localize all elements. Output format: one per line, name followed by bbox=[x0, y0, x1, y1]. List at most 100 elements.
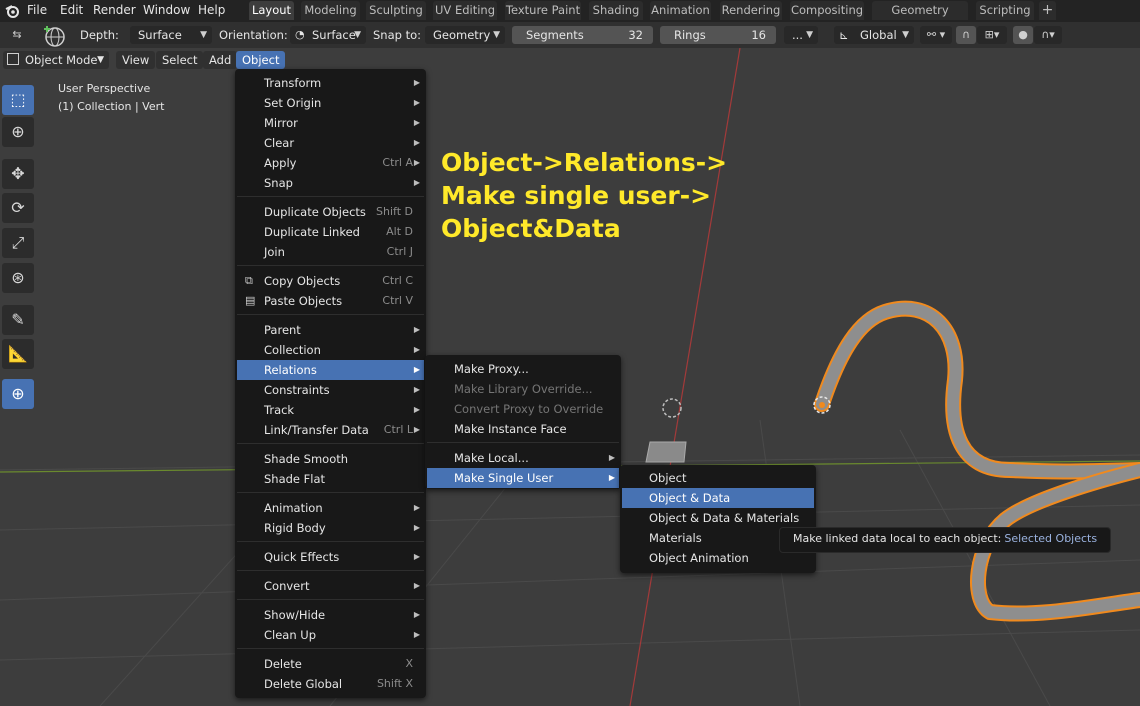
rotate-tool-icon[interactable]: ⟳ bbox=[2, 193, 34, 223]
menu-item-duplicate-objects[interactable]: Duplicate Objects Shift D bbox=[237, 202, 424, 222]
menu-item-quick-effects[interactable]: Quick Effects ▶ bbox=[237, 547, 424, 567]
menu-item-snap[interactable]: Snap ▶ bbox=[237, 173, 424, 193]
menu-item-track[interactable]: Track ▶ bbox=[237, 400, 424, 420]
segments-slider[interactable]: Segments 32 bbox=[512, 26, 653, 44]
menu-item-object[interactable]: Object bbox=[622, 468, 814, 488]
perspective-label: User Perspective bbox=[58, 82, 151, 95]
transform-orientation-dropdown[interactable]: ⊾ Global ▼ bbox=[834, 26, 914, 44]
submenu-arrow-icon: ▶ bbox=[413, 405, 420, 414]
menu-help[interactable]: Help bbox=[198, 0, 225, 22]
tooltip-text: Make linked data local to each object: bbox=[793, 532, 1002, 545]
menu-item-make-local[interactable]: Make Local... ▶ bbox=[427, 448, 619, 468]
tab-texture-paint[interactable]: Texture Paint bbox=[505, 1, 581, 20]
menu-separator bbox=[237, 196, 424, 197]
object-mode-dropdown[interactable]: Object Mode ▼ bbox=[3, 51, 109, 69]
snap-increment-icon[interactable]: ⊞▾ bbox=[977, 26, 1007, 44]
menu-item-clean-up[interactable]: Clean Up ▶ bbox=[237, 625, 424, 645]
menu-add[interactable]: Add bbox=[203, 51, 238, 69]
submenu-arrow-icon: ▶ bbox=[413, 385, 420, 394]
submenu-arrow-icon: ▶ bbox=[413, 178, 420, 187]
tool-cursor-icon[interactable]: ⇆ bbox=[4, 26, 30, 44]
annotation-line-2: Make single user-> bbox=[441, 181, 712, 210]
menu-item-object-and-data[interactable]: Object & Data bbox=[622, 488, 814, 508]
menu-separator bbox=[237, 492, 424, 493]
depth-dropdown[interactable]: Surface ▼ bbox=[130, 26, 212, 44]
menu-item-parent[interactable]: Parent ▶ bbox=[237, 320, 424, 340]
menu-item-constraints[interactable]: Constraints ▶ bbox=[237, 380, 424, 400]
menu-select[interactable]: Select bbox=[156, 51, 204, 69]
select-box-tool-icon[interactable]: ⬚ bbox=[2, 85, 34, 115]
menu-item-copy-objects[interactable]: ⧉ Copy Objects Ctrl C bbox=[237, 271, 424, 291]
menu-item-shade-smooth[interactable]: Shade Smooth bbox=[237, 449, 424, 469]
annotate-tool-icon[interactable]: ✎ bbox=[2, 305, 34, 335]
menu-item-show-hide[interactable]: Show/Hide ▶ bbox=[237, 605, 424, 625]
move-tool-icon[interactable]: ✥ bbox=[2, 159, 34, 189]
tab-layout[interactable]: Layout bbox=[249, 1, 294, 20]
measure-tool-icon[interactable]: 📐 bbox=[2, 339, 34, 369]
menu-object[interactable]: Object bbox=[236, 51, 286, 69]
menu-item-clear[interactable]: Clear ▶ bbox=[237, 133, 424, 153]
blender-logo-icon[interactable] bbox=[4, 0, 20, 22]
menu-item-link-transfer-data[interactable]: Link/Transfer Data Ctrl L ▶ bbox=[237, 420, 424, 440]
chevron-down-icon: ▼ bbox=[902, 30, 909, 40]
menu-edit[interactable]: Edit bbox=[60, 0, 83, 22]
tab-uv-editing[interactable]: UV Editing bbox=[433, 1, 497, 20]
tab-shading[interactable]: Shading bbox=[589, 1, 643, 20]
menu-item-make-single-user[interactable]: Make Single User ▶ bbox=[427, 468, 619, 488]
tab-animation[interactable]: Animation bbox=[650, 1, 711, 20]
menu-item-animation[interactable]: Animation ▶ bbox=[237, 498, 424, 518]
menu-separator bbox=[237, 570, 424, 571]
menu-item-object-data-materials[interactable]: Object & Data & Materials bbox=[622, 508, 814, 528]
tab-scripting[interactable]: Scripting bbox=[976, 1, 1034, 20]
rings-value: 16 bbox=[751, 28, 766, 42]
menu-item-shade-flat[interactable]: Shade Flat bbox=[237, 469, 424, 489]
proportional-editing-icon[interactable]: ● bbox=[1013, 26, 1033, 44]
annotation-line-3: Object&Data bbox=[441, 214, 621, 243]
tab-rendering[interactable]: Rendering bbox=[720, 1, 782, 20]
menu-file[interactable]: File bbox=[27, 0, 47, 22]
selected-vertex-icon bbox=[819, 402, 825, 408]
scale-tool-icon[interactable]: ⤢ bbox=[2, 228, 34, 258]
pivot-point-icon[interactable]: ⚯ ▾ bbox=[920, 26, 952, 44]
menu-view[interactable]: View bbox=[116, 51, 156, 69]
menu-window[interactable]: Window bbox=[143, 0, 190, 22]
menu-item-duplicate-linked[interactable]: Duplicate Linked Alt D bbox=[237, 222, 424, 242]
menu-item-convert[interactable]: Convert ▶ bbox=[237, 576, 424, 596]
more-options-label: ... bbox=[792, 28, 803, 42]
menu-item-rigid-body[interactable]: Rigid Body ▶ bbox=[237, 518, 424, 538]
menu-item-join[interactable]: Join Ctrl J bbox=[237, 242, 424, 262]
more-options-dropdown[interactable]: ... ▼ bbox=[784, 26, 818, 44]
tab-sculpting[interactable]: Sculpting bbox=[366, 1, 426, 20]
cursor-tool-icon[interactable]: ⊕ bbox=[2, 117, 34, 147]
orientation-label: Orientation: bbox=[219, 28, 288, 42]
menu-item-paste-objects[interactable]: ▤ Paste Objects Ctrl V bbox=[237, 291, 424, 311]
submenu-arrow-icon: ▶ bbox=[413, 552, 420, 561]
tab-modeling[interactable]: Modeling bbox=[301, 1, 360, 20]
curve-outline bbox=[814, 300, 1140, 480]
menu-item-set-origin[interactable]: Set Origin ▶ bbox=[237, 93, 424, 113]
add-object-tool-icon[interactable]: ⊕ bbox=[2, 379, 34, 409]
menu-item-make-proxy[interactable]: Make Proxy... bbox=[427, 359, 619, 379]
menu-render[interactable]: Render bbox=[93, 0, 136, 22]
falloff-curve-icon[interactable]: ∩▾ bbox=[1034, 26, 1062, 44]
tab-geometry-nodes[interactable]: Geometry Nodes bbox=[872, 1, 968, 36]
snap-to-dropdown[interactable]: Geometry ▼ bbox=[425, 26, 505, 44]
menu-item-delete-global[interactable]: Delete Global Shift X bbox=[237, 674, 424, 694]
add-workspace-button[interactable]: + bbox=[1039, 1, 1056, 20]
paste-icon: ▤ bbox=[245, 294, 256, 307]
menu-item-make-instance-face[interactable]: Make Instance Face bbox=[427, 419, 619, 439]
transform-tool-icon[interactable]: ⊛ bbox=[2, 263, 34, 293]
menu-item-collection[interactable]: Collection ▶ bbox=[237, 340, 424, 360]
submenu-arrow-icon: ▶ bbox=[413, 365, 420, 374]
tab-compositing[interactable]: Compositing bbox=[790, 1, 864, 20]
snap-magnet-icon[interactable]: ∩ bbox=[956, 26, 976, 44]
rings-slider[interactable]: Rings 16 bbox=[660, 26, 776, 44]
menu-item-delete[interactable]: Delete X bbox=[237, 654, 424, 674]
menu-item-transform[interactable]: Transform ▶ bbox=[237, 73, 424, 93]
segments-value: 32 bbox=[628, 28, 643, 42]
menu-item-apply[interactable]: Apply Ctrl A ▶ bbox=[237, 153, 424, 173]
menu-item-relations[interactable]: Relations ▶ bbox=[237, 360, 424, 380]
orientation-dropdown[interactable]: ◔ Surface ▼ bbox=[290, 26, 366, 44]
menu-item-mirror[interactable]: Mirror ▶ bbox=[237, 113, 424, 133]
snap-to-label: Snap to: bbox=[373, 28, 422, 42]
